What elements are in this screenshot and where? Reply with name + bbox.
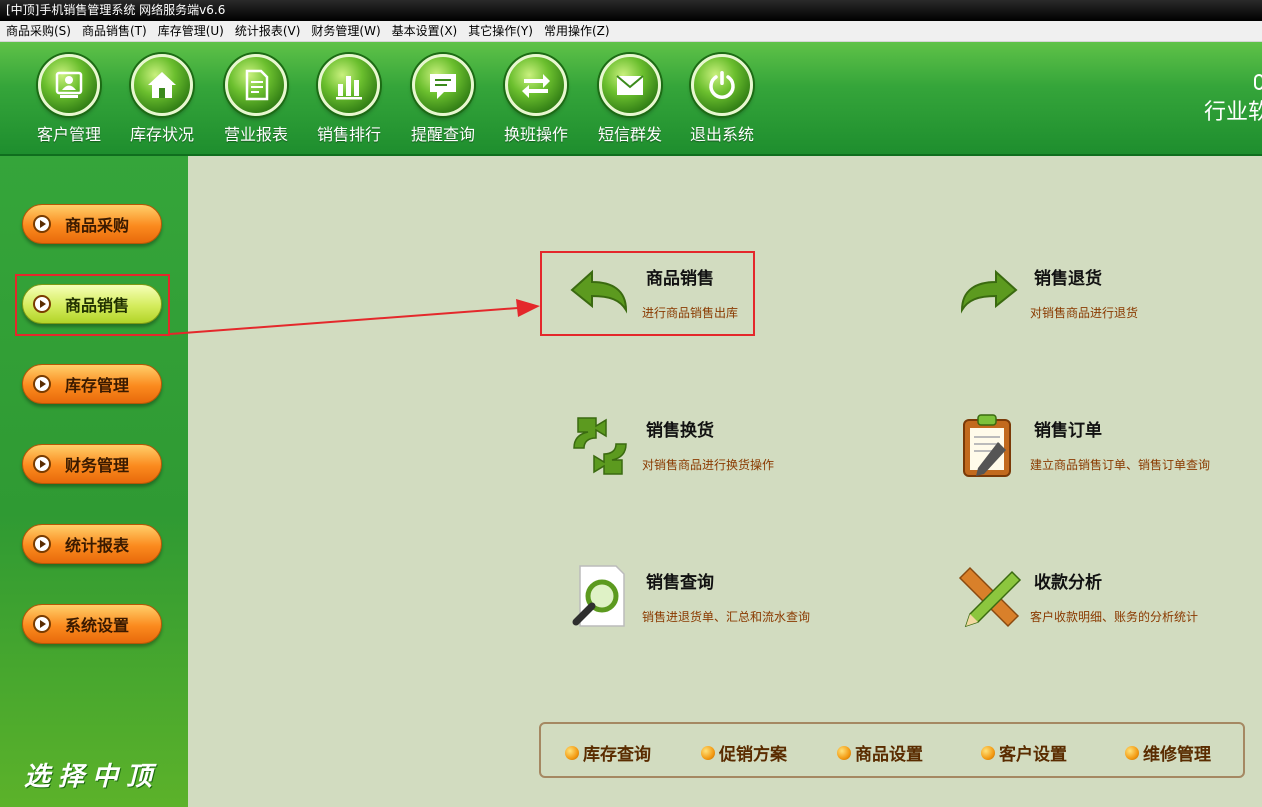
play-icon bbox=[33, 535, 51, 553]
function-title: 销售退货 bbox=[1034, 269, 1102, 289]
function-title: 销售换货 bbox=[646, 421, 714, 441]
function-title: 收款分析 bbox=[1034, 573, 1102, 593]
bullet-icon bbox=[837, 745, 851, 760]
message-icon bbox=[412, 54, 474, 116]
sidebar-item-settings[interactable]: 系统设置 bbox=[22, 604, 162, 644]
sidebar-item-label: 库存管理 bbox=[65, 376, 130, 395]
function-sales-exchange[interactable]: 销售换货 对销售商品进行换货操作 bbox=[566, 408, 886, 488]
function-sales-return[interactable]: 销售退货 对销售商品进行退货 bbox=[954, 256, 1262, 336]
menu-inventory[interactable]: 库存管理(U) bbox=[152, 21, 229, 42]
function-desc: 客户收款明细、账务的分析统计 bbox=[1030, 610, 1199, 624]
sidebar-item-inventory[interactable]: 库存管理 bbox=[22, 364, 162, 404]
window-title: [中顶]手机销售管理系统 网络服务端v6.6 bbox=[0, 0, 1262, 21]
return-right-arrow-icon bbox=[960, 269, 1018, 314]
function-sales[interactable]: 商品销售 进行商品销售出库 bbox=[566, 256, 886, 336]
function-desc: 销售进退货单、汇总和流水查询 bbox=[642, 610, 811, 624]
quick-link-inventory-query[interactable]: 库存查询 bbox=[565, 740, 651, 765]
function-desc: 建立商品销售订单、销售订单查询 bbox=[1030, 458, 1211, 472]
sidebar-item-finance[interactable]: 财务管理 bbox=[22, 444, 162, 484]
toolbar-label: 营业报表 bbox=[223, 125, 288, 144]
quick-link-product-settings[interactable]: 商品设置 bbox=[837, 740, 923, 765]
function-title: 销售查询 bbox=[646, 573, 714, 593]
swap-icon bbox=[505, 54, 567, 116]
sidebar-item-label: 系统设置 bbox=[65, 616, 130, 635]
bullet-icon bbox=[1125, 745, 1139, 760]
play-icon bbox=[33, 375, 51, 393]
play-icon bbox=[33, 615, 51, 633]
sidebar-item-label: 商品销售 bbox=[65, 296, 130, 315]
menu-purchase[interactable]: 商品采购(S) bbox=[0, 21, 76, 42]
menu-sales[interactable]: 商品销售(T) bbox=[76, 21, 152, 42]
quick-links-bar: 库存查询 促销方案 商品设置 客户设置 维修管理 bbox=[539, 722, 1245, 778]
sms-icon bbox=[599, 54, 661, 116]
function-payment-analysis[interactable]: 收款分析 客户收款明细、账务的分析统计 bbox=[954, 560, 1262, 640]
toolbar-label: 库存状况 bbox=[129, 125, 194, 144]
sidebar: 商品采购 商品销售 库存管理 财务管理 统计报表 系统设置 选择中顶 bbox=[0, 156, 188, 807]
quick-link-repair[interactable]: 维修管理 bbox=[1125, 740, 1211, 765]
sidebar-item-label: 商品采购 bbox=[65, 216, 130, 235]
toolbar-reminder-button[interactable]: 提醒查询 bbox=[401, 54, 485, 146]
bullet-icon bbox=[565, 745, 579, 760]
home-icon bbox=[131, 54, 193, 116]
menu-basic-settings[interactable]: 基本设置(X) bbox=[386, 21, 463, 42]
toolbar-inventory-status-button[interactable]: 库存状况 bbox=[120, 54, 204, 146]
toolbar-sms-button[interactable]: 短信群发 bbox=[588, 54, 672, 146]
function-sales-query[interactable]: 销售查询 销售进退货单、汇总和流水查询 bbox=[566, 560, 886, 640]
toolbar-business-report-button[interactable]: 营业报表 bbox=[214, 54, 298, 146]
clipboard-icon bbox=[963, 414, 1011, 477]
toolbar-shift-change-button[interactable]: 换班操作 bbox=[494, 54, 578, 146]
menu-reports[interactable]: 统计报表(V) bbox=[229, 21, 306, 42]
toolbar-label: 客户管理 bbox=[36, 125, 101, 144]
toolbar-label: 换班操作 bbox=[503, 125, 568, 144]
toolbar-exit-button[interactable]: 退出系统 bbox=[680, 54, 764, 146]
play-icon bbox=[33, 295, 51, 313]
function-desc: 对销售商品进行换货操作 bbox=[642, 458, 775, 472]
toolbar-label: 销售排行 bbox=[316, 125, 381, 144]
bar-chart-icon bbox=[318, 54, 380, 116]
menu-finance[interactable]: 财务管理(W) bbox=[305, 21, 385, 42]
sidebar-item-reports[interactable]: 统计报表 bbox=[22, 524, 162, 564]
bullet-icon bbox=[701, 745, 715, 760]
sidebar-item-label: 统计报表 bbox=[65, 536, 130, 555]
power-icon bbox=[691, 54, 753, 116]
toolbar-customer-button[interactable]: 客户管理 bbox=[27, 54, 111, 146]
sidebar-item-label: 财务管理 bbox=[65, 456, 130, 475]
function-title: 销售订单 bbox=[1034, 421, 1102, 441]
customer-icon bbox=[38, 54, 100, 116]
exchange-icon bbox=[573, 417, 627, 475]
brand-mark bbox=[1254, 74, 1262, 90]
toolbar-sales-ranking-button[interactable]: 销售排行 bbox=[307, 54, 391, 146]
play-icon bbox=[33, 455, 51, 473]
sidebar-item-purchase[interactable]: 商品采购 bbox=[22, 204, 162, 244]
sidebar-item-sales[interactable]: 商品销售 bbox=[22, 284, 162, 324]
menu-common[interactable]: 常用操作(Z) bbox=[538, 21, 615, 42]
play-icon bbox=[33, 215, 51, 233]
quick-link-promotion[interactable]: 促销方案 bbox=[701, 740, 787, 765]
toolbar-label: 短信群发 bbox=[597, 125, 662, 144]
main-panel: 商品销售 进行商品销售出库 销售退货 对销售商品进行退货 销售换货 对销售商品进… bbox=[188, 156, 1262, 807]
bullet-icon bbox=[981, 745, 995, 760]
quick-link-customer-settings[interactable]: 客户设置 bbox=[981, 740, 1067, 765]
brand-text: 行业软 bbox=[1203, 100, 1262, 125]
magnifier-icon bbox=[572, 565, 625, 627]
function-sales-order[interactable]: 销售订单 建立商品销售订单、销售订单查询 bbox=[954, 408, 1262, 488]
slogan: 选择中顶 bbox=[24, 762, 161, 792]
pencil-ruler-icon bbox=[958, 566, 1022, 628]
toolbar: 客户管理 库存状况 营业报表 销售排行 提醒查询 换班操作 短信群发 退出系统 … bbox=[0, 42, 1262, 156]
menu-other[interactable]: 其它操作(Y) bbox=[462, 21, 538, 42]
return-left-arrow-icon bbox=[570, 269, 628, 314]
toolbar-label: 退出系统 bbox=[689, 125, 754, 144]
menu-bar: 商品采购(S) 商品销售(T) 库存管理(U) 统计报表(V) 财务管理(W) 基本设置(… bbox=[0, 21, 1262, 42]
function-desc: 进行商品销售出库 bbox=[642, 306, 739, 320]
report-icon bbox=[225, 54, 287, 116]
toolbar-label: 提醒查询 bbox=[410, 125, 475, 144]
function-title: 商品销售 bbox=[646, 269, 714, 289]
function-desc: 对销售商品进行退货 bbox=[1030, 306, 1139, 320]
